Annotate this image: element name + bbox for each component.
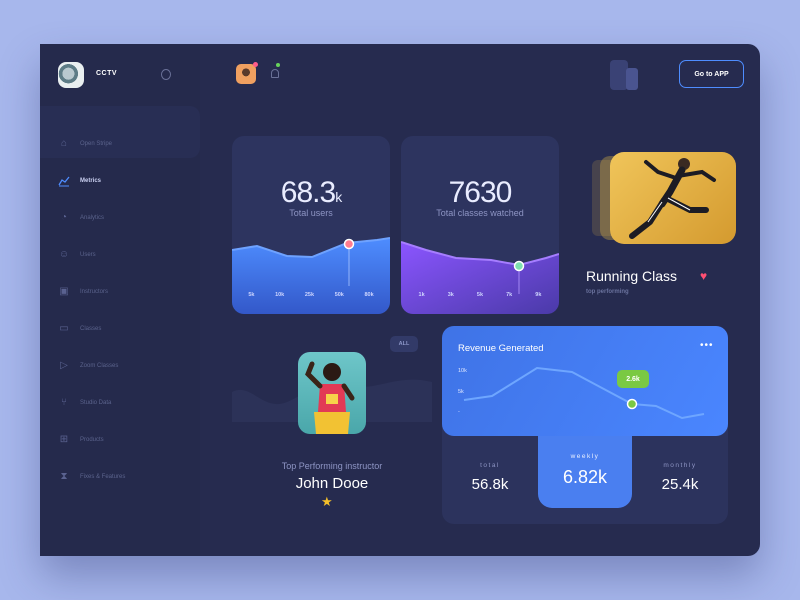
runner-figure	[629, 158, 716, 239]
tick-label: 5k	[476, 292, 484, 298]
sidebar-item-label: Metrics	[80, 178, 102, 184]
avatar-status-dot	[253, 62, 258, 67]
users-sparkline	[232, 237, 390, 314]
branch-icon: ⑂	[61, 397, 67, 408]
tick-label: 3k	[447, 292, 454, 298]
running-class-image[interactable]	[610, 152, 736, 244]
heart-icon[interactable]: ♥	[700, 269, 707, 283]
sidebar-item-label: Open Stripe	[80, 141, 113, 147]
running-class-subtitle: top performing	[586, 289, 629, 295]
total-classes-value: 7630	[448, 176, 513, 209]
star-icon: ★	[321, 494, 333, 509]
badge-icon: ▣	[59, 286, 69, 297]
sidebar: CCTV ⌂ Open Stripe Metrics ◔ Analytics ☺…	[40, 44, 200, 556]
total-users-label: Total users	[289, 208, 333, 218]
users-axis-ticks: 5k 10k 25k 50k 80k	[232, 292, 390, 298]
notification-dot	[276, 63, 280, 67]
revenue-y-label: 10k	[458, 368, 467, 374]
total-revenue-stat[interactable]: total 56.8k	[448, 462, 532, 493]
all-filter-button[interactable]: ALL	[390, 336, 418, 352]
total-value: 56.8k	[471, 476, 509, 493]
sidebar-item-fixes-features[interactable]: ⧗ Fixes & Features	[58, 469, 125, 485]
tv-icon: ▭	[59, 323, 69, 334]
devices-icon	[610, 60, 650, 94]
classes-sparkline	[401, 241, 559, 314]
users-icon: ☺	[58, 249, 70, 260]
monthly-label: monthly	[663, 462, 697, 469]
sidebar-item-label: Users	[80, 252, 96, 258]
classes-axis-ticks: 1k 3k 5k 7k 9k	[401, 292, 559, 298]
tick-label: 25k	[304, 292, 315, 298]
pie-chart-icon: ◔	[60, 212, 68, 223]
tick-label: 50k	[334, 292, 344, 298]
revenue-y-label: 5k	[458, 389, 464, 395]
sidebar-item-open-stripe[interactable]: ⌂ Open Stripe	[58, 136, 112, 152]
sidebar-item-label: Fixes & Features	[80, 474, 126, 480]
weekly-value: 6.82k	[562, 467, 608, 487]
weekly-revenue-stat[interactable]: weekly 6.82k	[538, 453, 632, 488]
sidebar-item-studio-data[interactable]: ⑂ Studio Data	[58, 395, 111, 411]
sidebar-item-products[interactable]: ⊞ Products	[58, 432, 104, 448]
sidebar-item-label: Classes	[80, 326, 102, 332]
total-label: total	[480, 462, 500, 469]
home-icon: ⌂	[60, 138, 68, 149]
instructor-subtitle: Top Performing instructor	[281, 461, 383, 471]
location-pin-icon[interactable]	[161, 69, 171, 80]
monthly-revenue-stat[interactable]: monthly 25.4k	[638, 462, 722, 493]
sidebar-item-label: Instructors	[80, 289, 109, 295]
brand-logo[interactable]	[58, 62, 84, 88]
tick-label: 7k	[506, 292, 513, 298]
revenue-y-label: -	[458, 409, 460, 415]
tick-label: 1k	[418, 292, 425, 298]
hourglass-icon: ⧗	[60, 471, 68, 482]
sidebar-item-label: Analytics	[80, 215, 105, 221]
running-class-title: Running Class	[586, 268, 678, 284]
tick-label: 5k	[248, 292, 255, 298]
total-classes-label: Total classes watched	[436, 208, 524, 218]
total-users-card[interactable]: 68.3k Total users 5k 10k 25k 50k 80k	[232, 136, 390, 314]
sidebar-item-users[interactable]: ☺ Users	[58, 247, 96, 263]
instructor-photo[interactable]	[298, 352, 366, 434]
sidebar-item-classes[interactable]: ▭ Classes	[58, 321, 101, 337]
weekly-label: weekly	[570, 453, 600, 460]
revenue-tooltip: 2.6k	[617, 370, 649, 388]
tick-label: 80k	[364, 292, 374, 298]
sidebar-item-instructors[interactable]: ▣ Instructors	[58, 284, 108, 300]
bell-icon[interactable]	[271, 69, 279, 78]
go-to-app-button[interactable]: Go to APP	[679, 60, 744, 88]
sidebar-item-label: Zoom Classes	[80, 363, 119, 369]
sidebar-item-metrics[interactable]: Metrics	[58, 173, 101, 189]
sidebar-item-analytics[interactable]: ◔ Analytics	[58, 210, 104, 226]
video-icon: ▷	[60, 360, 68, 371]
more-menu-icon[interactable]: •••	[700, 340, 714, 351]
tick-label: 10k	[275, 292, 285, 298]
phone-shape	[626, 68, 638, 90]
revenue-title: Revenue Generated	[458, 343, 544, 354]
total-users-value: 68.3k	[280, 176, 342, 209]
instructor-name: John Dooe	[295, 475, 369, 492]
dashboard-content: CCTV ⌂ Open Stripe Metrics ◔ Analytics ☺…	[40, 44, 760, 556]
instructor-figure	[305, 361, 355, 434]
sidebar-item-zoom-classes[interactable]: ▷ Zoom Classes	[58, 358, 118, 374]
total-classes-card[interactable]: 7630 Total classes watched 1k 3k 5k 7k 9…	[401, 136, 559, 314]
user-avatar[interactable]	[236, 64, 256, 84]
sidebar-item-label: Studio Data	[80, 400, 112, 406]
sidebar-item-label: Products	[80, 437, 104, 443]
brand-name: CCTV	[96, 70, 118, 77]
monthly-value: 25.4k	[661, 476, 699, 493]
line-chart-icon	[58, 175, 70, 187]
gift-icon: ⊞	[59, 434, 69, 445]
tick-label: 9k	[535, 292, 542, 298]
